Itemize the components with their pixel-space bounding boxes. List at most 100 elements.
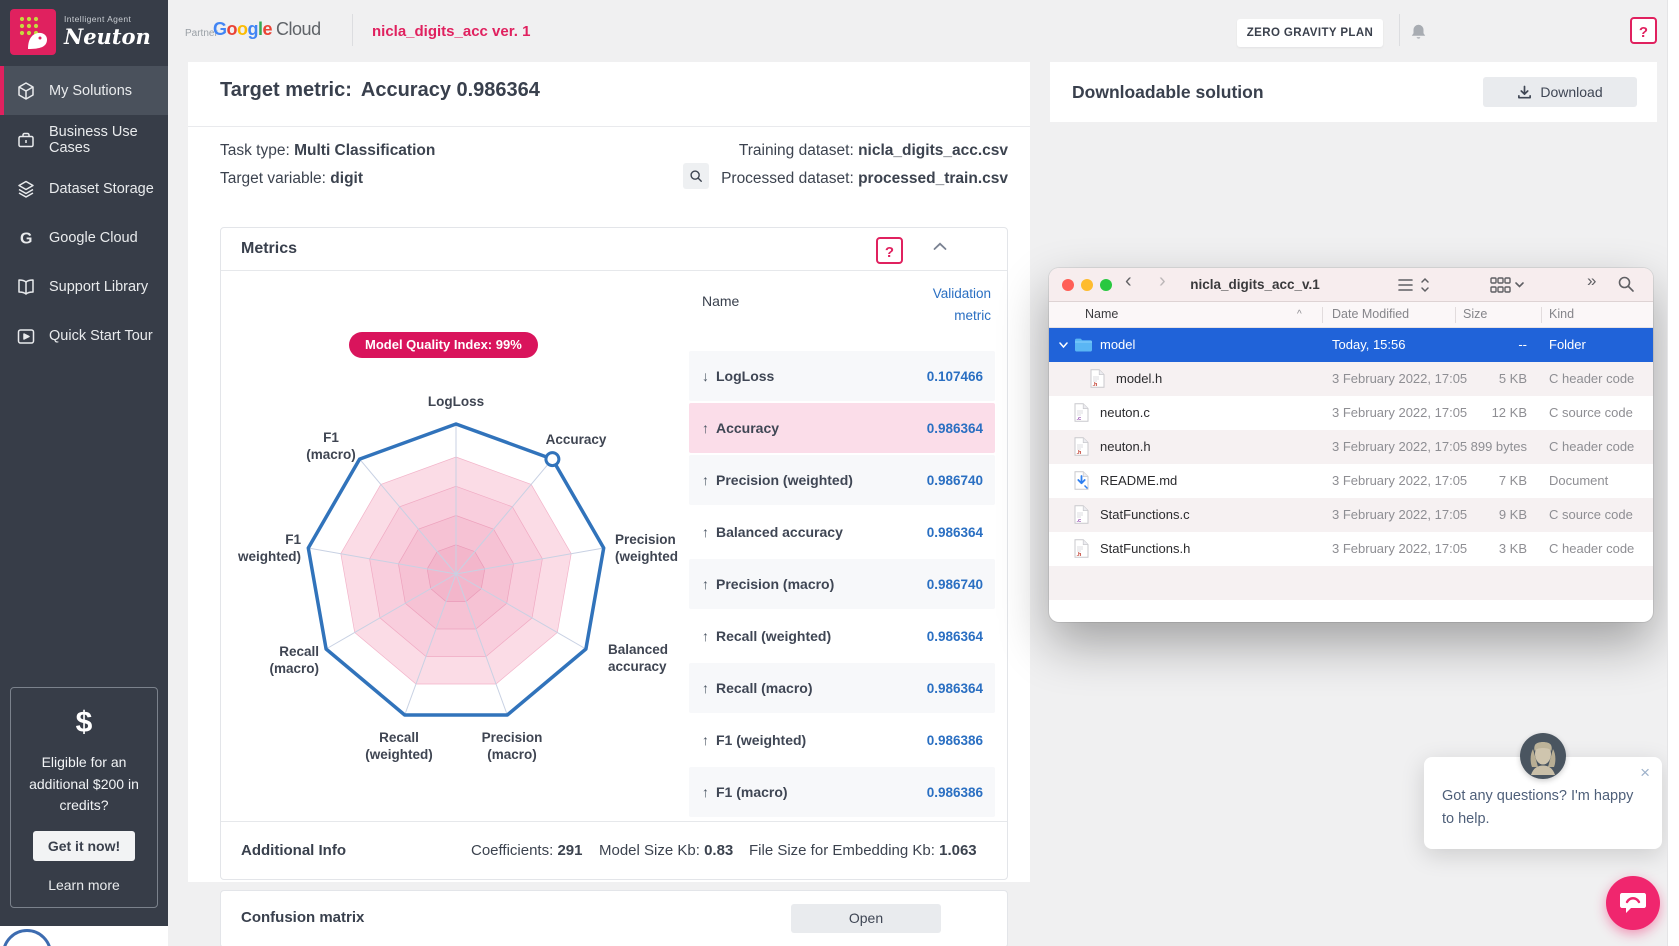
disclosure-chevron-icon[interactable] xyxy=(1059,342,1068,348)
svg-text:.c: .c xyxy=(1077,416,1082,422)
sidebar-item-support-library[interactable]: Support Library xyxy=(0,262,168,311)
metric-row-f1-weighted[interactable]: ↑F1 (weighted) 0.986386 xyxy=(689,715,995,765)
back-button[interactable]: ‹ xyxy=(1125,270,1132,293)
list-view-sort-icon[interactable] xyxy=(1397,275,1431,295)
toolbar-overflow-icon[interactable]: » xyxy=(1587,271,1596,291)
metric-value: 0.986740 xyxy=(927,473,983,488)
close-window-button[interactable] xyxy=(1062,279,1074,291)
axis-label: weighted) xyxy=(237,549,301,564)
maximize-window-button[interactable] xyxy=(1100,279,1112,291)
file-row-model-h[interactable]: .h model.h 3 February 2022, 17:05 5 KB C… xyxy=(1049,362,1653,396)
newton-statue-avatar-icon xyxy=(1520,733,1566,779)
file-row-model[interactable]: model Today, 15:56 -- Folder xyxy=(1049,328,1653,362)
minimize-window-button[interactable] xyxy=(1081,279,1093,291)
open-confusion-matrix-button[interactable]: Open xyxy=(791,904,941,933)
training-dataset-value: nicla_digits_acc.csv xyxy=(858,142,1008,159)
metric-row-logloss[interactable]: ↓LogLoss 0.107466 xyxy=(689,351,995,401)
axis-label: (weighted xyxy=(615,549,678,564)
file-row-neuton-c[interactable]: .c neuton.c 3 February 2022, 17:05 12 KB… xyxy=(1049,396,1653,430)
metric-value: 0.986740 xyxy=(927,577,983,592)
file-size: 7 KB xyxy=(1445,464,1527,498)
target-variable-line: Target variable: digit xyxy=(220,170,363,188)
plan-button[interactable]: ZERO GRAVITY PLAN xyxy=(1237,19,1383,47)
get-it-now-button[interactable]: Get it now! xyxy=(33,831,135,861)
metric-row-accuracy-highlighted[interactable]: ↑Accuracy 0.986364 xyxy=(689,403,995,453)
axis-label: Balanced xyxy=(608,642,668,657)
dataset-search-button[interactable] xyxy=(683,163,709,189)
support-avatar xyxy=(1520,733,1566,779)
sidebar-item-my-solutions[interactable]: My Solutions xyxy=(0,66,168,115)
sidebar-item-google-cloud[interactable]: G Google Cloud xyxy=(0,213,168,262)
metric-row-precision-weighted[interactable]: ↑Precision (weighted) 0.986740 xyxy=(689,455,995,505)
model-quality-badge: Model Quality Index: 99% xyxy=(349,332,538,358)
accuracy-marker xyxy=(546,453,559,466)
arrow-up-icon: ↑ xyxy=(702,784,709,800)
file-row-statfunctions-c[interactable]: .c StatFunctions.c 3 February 2022, 17:0… xyxy=(1049,498,1653,532)
close-icon[interactable]: × xyxy=(1640,763,1650,783)
sidebar-item-quick-start-tour[interactable]: Quick Start Tour xyxy=(0,311,168,360)
column-separator[interactable] xyxy=(1322,307,1323,323)
file-size: 5 KB xyxy=(1445,362,1527,396)
task-type-value: Multi Classification xyxy=(294,142,435,159)
file-row-neuton-h[interactable]: .h neuton.h 3 February 2022, 17:05 899 b… xyxy=(1049,430,1653,464)
stat-model-size: Model Size Kb: 0.83 xyxy=(599,822,733,880)
sidebar-item-business-use-cases[interactable]: Business Use Cases xyxy=(0,115,168,164)
collapse-chevron-up-icon[interactable] xyxy=(933,242,947,251)
column-kind[interactable]: Kind xyxy=(1549,302,1574,327)
sidebar-nav: My Solutions Business Use Cases Dataset … xyxy=(0,66,168,360)
google-cloud-logo: GoogleCloud xyxy=(213,19,321,40)
column-header-validation-metric[interactable]: Validation metric xyxy=(933,283,991,327)
processed-dataset-value: processed_train.csv xyxy=(858,170,1008,187)
neuton-logo-mark-icon xyxy=(10,9,56,55)
column-name[interactable]: Name xyxy=(1085,302,1118,327)
google-g-icon: G xyxy=(16,228,36,248)
column-date-modified[interactable]: Date Modified xyxy=(1332,302,1409,327)
metrics-help-button[interactable]: ? xyxy=(876,237,903,264)
metric-row-recall-weighted[interactable]: ↑Recall (weighted) 0.986364 xyxy=(689,611,995,661)
arrow-up-icon: ↑ xyxy=(702,472,709,488)
search-icon xyxy=(689,169,703,183)
svg-text:.h: .h xyxy=(1093,382,1099,388)
file-row-readme-md[interactable]: README.md 3 February 2022, 17:05 7 KB Do… xyxy=(1049,464,1653,498)
column-separator[interactable] xyxy=(1455,307,1456,323)
file-name: model.h xyxy=(1116,362,1162,396)
axis-label: Precision xyxy=(615,532,676,547)
help-button[interactable]: ? xyxy=(1630,17,1657,44)
finder-titlebar: ‹ › nicla_digits_acc_v.1 » xyxy=(1049,268,1653,302)
file-kind: C header code xyxy=(1549,430,1634,464)
training-dataset-label: Training dataset: xyxy=(739,142,854,159)
metric-value: 0.986386 xyxy=(927,733,983,748)
metric-row-recall-macro[interactable]: ↑Recall (macro) 0.986364 xyxy=(689,663,995,713)
additional-info-row: Additional Info Coefficients: 291 Model … xyxy=(221,821,1007,880)
additional-info-title: Additional Info xyxy=(241,822,346,880)
learn-more-link[interactable]: Learn more xyxy=(11,877,157,893)
forward-button[interactable]: › xyxy=(1159,270,1166,293)
metric-row-f1-macro[interactable]: ↑F1 (macro) 0.986386 xyxy=(689,767,995,817)
chat-launcher-button[interactable] xyxy=(1606,876,1660,930)
neuton-logo-icon[interactable] xyxy=(10,9,56,55)
target-metric-value: Accuracy 0.986364 xyxy=(361,79,540,101)
column-separator[interactable] xyxy=(1541,307,1542,323)
metric-row-precision-macro[interactable]: ↑Precision (macro) 0.986740 xyxy=(689,559,995,609)
download-button[interactable]: Download xyxy=(1483,77,1637,107)
column-size[interactable]: Size xyxy=(1463,302,1487,327)
metric-row-balanced-accuracy[interactable]: ↑Balanced accuracy 0.986364 xyxy=(689,507,995,557)
chat-message: Got any questions? I'm happy to help. xyxy=(1442,785,1638,831)
stat-label: Coefficients: xyxy=(471,842,553,859)
processed-dataset-label: Processed dataset: xyxy=(721,170,854,187)
group-view-icon[interactable] xyxy=(1489,275,1525,295)
arrow-up-icon: ↑ xyxy=(702,524,709,540)
svg-text:.h: .h xyxy=(1077,552,1083,558)
sidebar-item-dataset-storage[interactable]: Dataset Storage xyxy=(0,164,168,213)
column-header-line: Validation xyxy=(933,283,991,305)
finder-search-icon[interactable] xyxy=(1617,275,1635,293)
file-size: 899 bytes xyxy=(1445,430,1527,464)
axis-label: (macro) xyxy=(269,661,319,676)
file-row-statfunctions-h[interactable]: .h StatFunctions.h 3 February 2022, 17:0… xyxy=(1049,532,1653,566)
notifications-bell-icon[interactable] xyxy=(1409,23,1428,43)
file-kind: Document xyxy=(1549,464,1608,498)
column-header-name[interactable]: Name xyxy=(702,293,739,309)
metrics-title: Metrics xyxy=(241,240,297,258)
page-scrollbar[interactable] xyxy=(1667,0,1679,946)
sidebar: Intelligent Agent Neuton My Solutions Bu… xyxy=(0,0,168,926)
